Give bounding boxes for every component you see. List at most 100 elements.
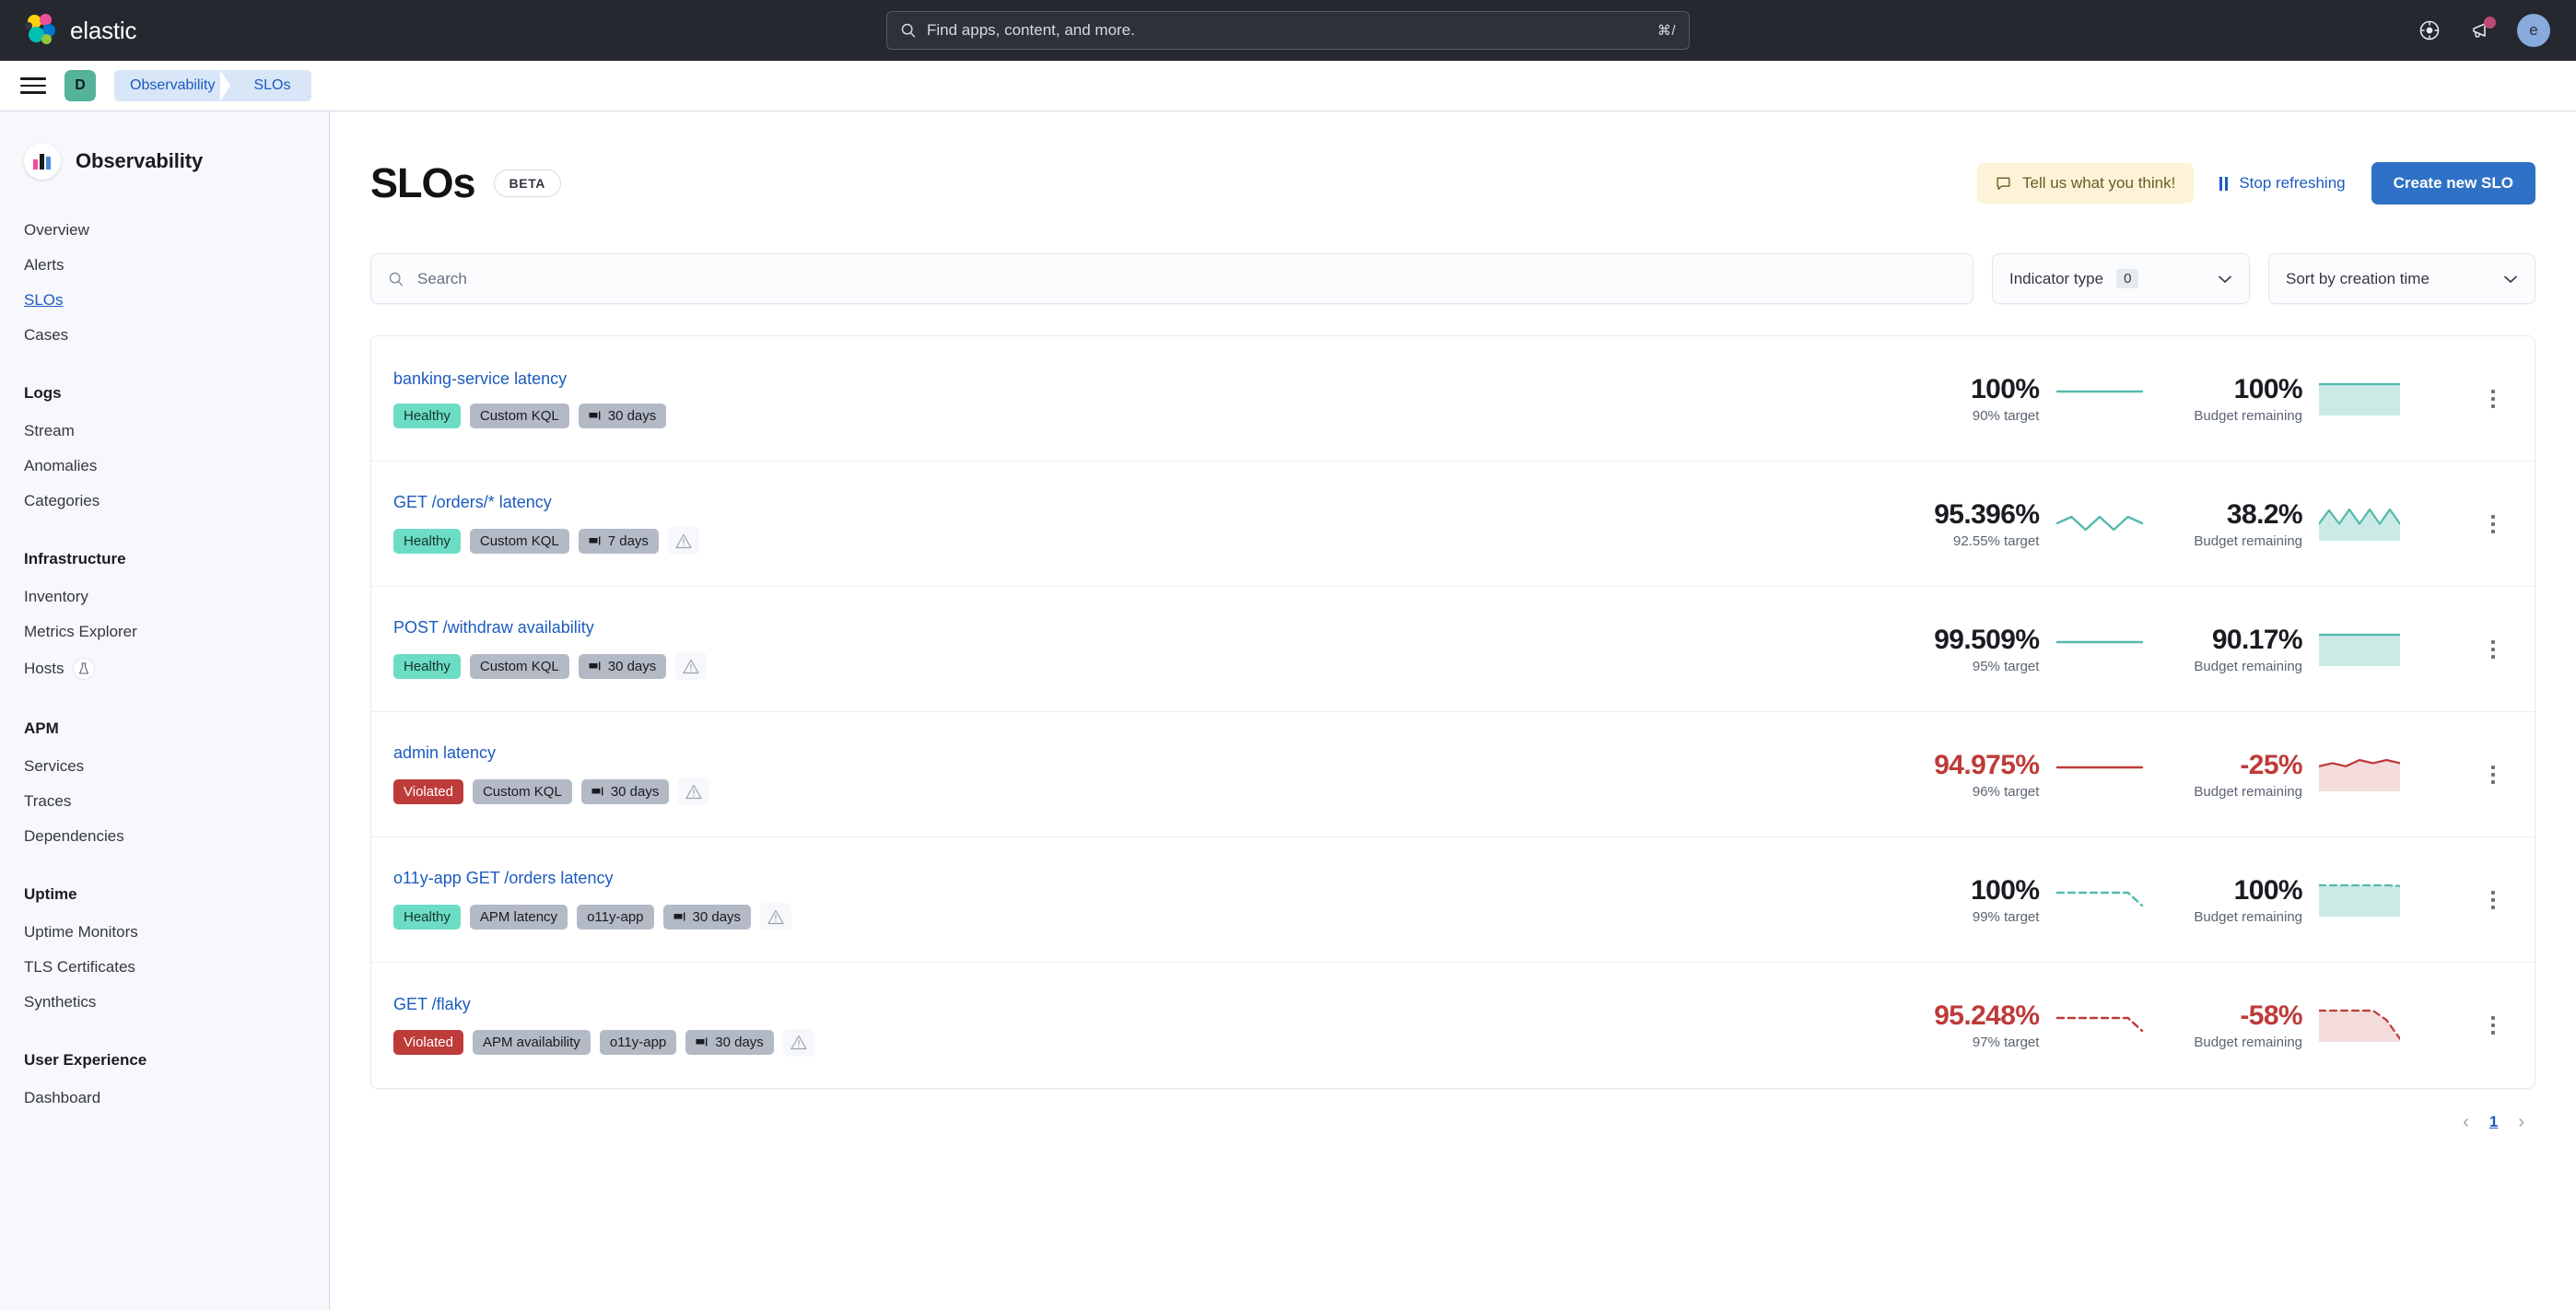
stop-refreshing-button[interactable]: Stop refreshing	[2219, 174, 2345, 193]
slo-row[interactable]: GET /flaky ViolatedAPM availabilityo11y-a…	[371, 963, 2535, 1088]
sidebar-item-slos[interactable]: SLOs	[0, 283, 329, 318]
sidebar-group-label-logs: Logs	[0, 384, 329, 403]
warning-icon[interactable]	[675, 652, 707, 680]
sidebar-item-dashboard[interactable]: Dashboard	[0, 1081, 329, 1116]
create-new-slo-button[interactable]: Create new SLO	[2371, 162, 2535, 205]
page-header-actions: Tell us what you think! Stop refreshing …	[1977, 162, 2535, 205]
slo-actions-button[interactable]	[2477, 1007, 2509, 1044]
slo-actions-button[interactable]	[2477, 882, 2509, 918]
budget-value: 100%	[2194, 875, 2302, 906]
sidebar-item-metrics-explorer[interactable]: Metrics Explorer	[0, 614, 329, 649]
sli-sparkline	[2055, 626, 2144, 673]
slo-row[interactable]: GET /orders/* latencyHealthyCustom KQL7 …	[371, 462, 2535, 587]
slo-name-link[interactable]: GET /orders/* latency	[393, 493, 1934, 512]
time-window-icon	[591, 786, 604, 798]
sidebar-item-categories[interactable]: Categories	[0, 484, 329, 519]
budget-remaining-label: Budget remaining	[2194, 533, 2302, 549]
slo-actions-button[interactable]	[2477, 380, 2509, 417]
slo-name-link[interactable]: POST /withdraw availability	[393, 618, 1934, 637]
sidebar-item-overview[interactable]: Overview	[0, 213, 329, 248]
budget-metric: -58%Budget remaining	[2194, 1000, 2400, 1050]
slo-row[interactable]: POST /withdraw availability HealthyCustom…	[371, 587, 2535, 712]
sidebar-item-inventory[interactable]: Inventory	[0, 579, 329, 614]
sli-value: 100%	[1971, 374, 2039, 404]
sidebar-item-hosts[interactable]: Hosts	[0, 649, 329, 688]
sidebar-item-alerts[interactable]: Alerts	[0, 248, 329, 283]
sidebar-item-services[interactable]: Services	[0, 749, 329, 784]
sidebar-item-cases[interactable]: Cases	[0, 318, 329, 353]
indicator-type-count: 0	[2116, 269, 2138, 288]
sli-value: 99.509%	[1934, 625, 2039, 655]
slo-row[interactable]: o11y-app GET /orders latencyHealthyAPM l…	[371, 837, 2535, 963]
indicator-badge: Custom KQL	[470, 529, 569, 554]
sidebar-item-anomalies[interactable]: Anomalies	[0, 449, 329, 484]
budget-area-chart	[2319, 1001, 2400, 1049]
slo-badges: HealthyCustom KQL30 days	[393, 652, 1934, 680]
sort-by-filter[interactable]: Sort by creation time	[2268, 253, 2535, 304]
slo-name-link[interactable]: o11y-app GET /orders latency	[393, 869, 1971, 888]
slo-name-link[interactable]: banking-service latency	[393, 369, 1971, 389]
global-search-input[interactable]: Find apps, content, and more. ⌘/	[886, 11, 1690, 50]
budget-remaining-label: Budget remaining	[2194, 659, 2302, 674]
slo-name-link[interactable]: admin latency	[393, 743, 1934, 763]
space-avatar[interactable]: D	[64, 70, 96, 101]
sidebar-group-uptime: Uptime Uptime Monitors TLS Certificates …	[0, 885, 329, 1020]
help-button[interactable]	[2414, 15, 2445, 46]
comment-icon	[1996, 176, 2011, 192]
sli-value: 95.396%	[1934, 499, 2039, 530]
pagination-prev-button[interactable]: ‹	[2463, 1113, 2469, 1131]
budget-value: -25%	[2194, 750, 2302, 780]
status-badge: Healthy	[393, 404, 461, 428]
news-feed-button[interactable]	[2465, 15, 2497, 46]
sli-target-label: 99% target	[1971, 909, 2039, 925]
slo-badges: ViolatedAPM availabilityo11y-app30 days	[393, 1029, 1934, 1057]
slo-row[interactable]: banking-service latencyHealthyCustom KQL…	[371, 336, 2535, 462]
sidebar-group-label-user-experience: User Experience	[0, 1051, 329, 1070]
sli-metric: 94.975%96% target	[1934, 750, 2144, 800]
budget-value: -58%	[2194, 1000, 2302, 1031]
sidebar-group-label-uptime: Uptime	[0, 885, 329, 904]
slo-list: banking-service latencyHealthyCustom KQL…	[370, 335, 2535, 1089]
news-badge-dot	[2484, 17, 2496, 29]
sidebar-item-stream[interactable]: Stream	[0, 414, 329, 449]
search-shortcut-hint: ⌘/	[1657, 22, 1676, 39]
budget-metric: -25%Budget remaining	[2194, 750, 2400, 800]
warning-icon[interactable]	[760, 903, 791, 930]
sli-sparkline	[2055, 500, 2144, 548]
pagination-page-1[interactable]: 1	[2489, 1113, 2498, 1131]
warning-icon[interactable]	[668, 527, 699, 555]
indicator-type-filter[interactable]: Indicator type 0	[1992, 253, 2250, 304]
warning-icon[interactable]	[783, 1029, 814, 1057]
slo-badges: ViolatedCustom KQL30 days	[393, 778, 1934, 805]
slo-actions-button[interactable]	[2477, 756, 2509, 793]
feedback-button[interactable]: Tell us what you think!	[1977, 163, 2194, 204]
user-avatar[interactable]: e	[2517, 14, 2550, 47]
search-icon	[900, 22, 917, 39]
warning-icon[interactable]	[678, 778, 709, 805]
sidebar-item-traces[interactable]: Traces	[0, 784, 329, 819]
breadcrumb-item-observability[interactable]: Observability	[114, 70, 229, 101]
beaker-icon	[73, 658, 95, 680]
pagination-next-button[interactable]: ›	[2518, 1113, 2524, 1131]
sidebar-item-tls-certificates[interactable]: TLS Certificates	[0, 950, 329, 985]
elastic-logo-icon	[24, 14, 57, 47]
slo-name-link[interactable]: GET /flaky	[393, 995, 1934, 1014]
service-badge: o11y-app	[577, 905, 653, 930]
slo-row-metrics: 99.509%95% target 90.17%Budget remaining	[1934, 625, 2509, 674]
sli-metric: 99.509%95% target	[1934, 625, 2144, 674]
elastic-brand[interactable]: elastic	[0, 14, 136, 47]
menu-toggle-button[interactable]	[20, 74, 46, 98]
slo-actions-button[interactable]	[2477, 506, 2509, 543]
budget-metric: 90.17%Budget remaining	[2194, 625, 2400, 674]
slo-row[interactable]: admin latency ViolatedCustom KQL30 days94…	[371, 712, 2535, 837]
pause-icon	[2219, 177, 2228, 191]
sidebar-item-uptime-monitors[interactable]: Uptime Monitors	[0, 915, 329, 950]
sidebar-item-synthetics[interactable]: Synthetics	[0, 985, 329, 1020]
slo-actions-button[interactable]	[2477, 631, 2509, 668]
sidebar-item-dependencies[interactable]: Dependencies	[0, 819, 329, 854]
breadcrumb-item-slos[interactable]: SLOs	[229, 70, 310, 101]
sli-target-label: 97% target	[1934, 1035, 2039, 1050]
sidebar-group-label-apm: APM	[0, 719, 329, 738]
slo-row-info: POST /withdraw availability HealthyCustom…	[393, 618, 1934, 680]
slo-search-input[interactable]: Search	[370, 253, 1973, 304]
